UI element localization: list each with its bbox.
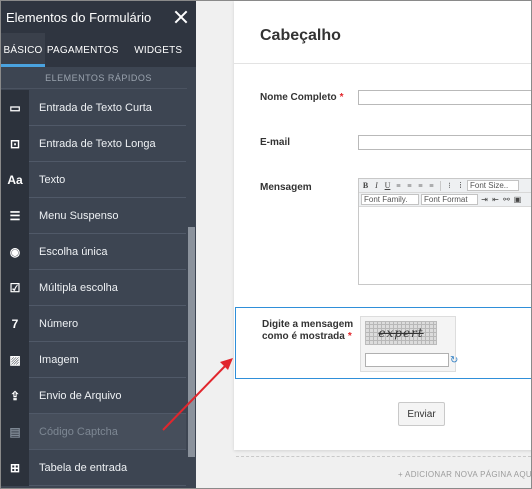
scrollbar-thumb[interactable] — [188, 227, 195, 457]
required-marker: * — [347, 331, 352, 342]
font-format-select[interactable]: Font Format — [421, 194, 478, 205]
number-icon: 7 — [1, 305, 29, 342]
element-item-label: Código Captcha — [39, 425, 118, 438]
captcha-image: expert — [365, 321, 437, 345]
form-elements-panel: Elementos do Formulário BÁSICO PAGAMENTO… — [1, 1, 196, 488]
message-label: Mensagem — [260, 182, 312, 193]
panel-title: Elementos do Formulário — [6, 9, 152, 25]
close-icon[interactable] — [174, 10, 188, 24]
captcha-label: Digite a mensagem como é mostrada * — [262, 319, 354, 342]
element-item-label: Número — [39, 317, 79, 330]
align-center-icon[interactable]: ≡ — [405, 181, 414, 191]
captcha-input[interactable] — [365, 353, 449, 367]
radio-icon: ◉ — [1, 233, 29, 270]
element-item[interactable]: 7 Número — [1, 305, 186, 342]
image-insert-icon[interactable]: ▣ — [513, 195, 522, 205]
editor-toolbar-row-2: Font Family. Font Format ⇥ ⇤ ⚯ ▣ — [359, 193, 532, 207]
captcha-text: expert — [378, 326, 424, 340]
submit-button[interactable]: Enviar — [398, 402, 445, 426]
element-item[interactable]: ▭ Entrada de Texto Curta — [1, 89, 186, 126]
panel-header: Elementos do Formulário — [1, 1, 196, 33]
captcha-field[interactable]: Digite a mensagem como é mostrada * exper… — [235, 307, 532, 379]
image-icon: ▨ — [1, 341, 29, 378]
element-item[interactable]: ⊡ Entrada de Texto Longa — [1, 125, 186, 162]
tab-pagamentos[interactable]: PAGAMENTOS — [45, 33, 121, 67]
element-item-label: Múltipla escolha — [39, 281, 118, 294]
name-label: Nome Completo * — [260, 92, 344, 103]
bold-icon[interactable]: B — [361, 181, 370, 191]
header-divider — [234, 63, 532, 64]
element-item-label: Entrada de Texto Curta — [39, 101, 152, 114]
required-marker: * — [339, 92, 344, 103]
long-text-icon: ⊡ — [1, 125, 29, 162]
table-icon: ⊞ — [1, 449, 29, 486]
underline-icon[interactable]: U — [383, 181, 392, 191]
element-item-label: Entrada de Texto Longa — [39, 137, 156, 150]
dropdown-icon: ☰ — [1, 197, 29, 234]
add-new-page-link[interactable]: + ADICIONAR NOVA PÁGINA AQUI — [398, 470, 532, 479]
tab-basico[interactable]: BÁSICO — [1, 33, 45, 67]
captcha-widget: expert ↻ — [360, 316, 458, 372]
name-input[interactable] — [358, 90, 532, 105]
editor-toolbar-row-1: B I U ≡ ≡ ≡ ≡ ⁝ ⁞ Font Size.. — [359, 179, 532, 193]
italic-icon[interactable]: I — [372, 181, 381, 191]
short-text-icon: ▭ — [1, 89, 29, 126]
refresh-icon[interactable]: ↻ — [450, 355, 458, 366]
element-item[interactable]: ▤ Código Captcha — [1, 413, 186, 450]
element-item[interactable]: ▨ Imagem — [1, 341, 186, 378]
element-item-label: Texto — [39, 173, 66, 186]
panel-scrollbar[interactable] — [187, 67, 196, 488]
element-list: ▭ Entrada de Texto Curta ⊡ Entrada de Texto… — [1, 89, 186, 486]
element-item-label: Imagem — [39, 353, 79, 366]
tab-widgets[interactable]: WIDGETS — [121, 33, 197, 67]
message-editor[interactable]: B I U ≡ ≡ ≡ ≡ ⁝ ⁞ Font Size.. Font Famil… — [358, 178, 532, 285]
align-left-icon[interactable]: ≡ — [394, 181, 403, 191]
element-item-label: Tabela de entrada — [39, 461, 128, 474]
form-header-title[interactable]: Cabeçalho — [260, 27, 341, 45]
element-item-label: Envio de Arquivo — [39, 389, 122, 402]
outdent-icon[interactable]: ⇤ — [491, 195, 500, 205]
link-icon[interactable]: ⚯ — [502, 195, 511, 205]
bullet-list-icon[interactable]: ⁝ — [445, 181, 454, 191]
checkbox-icon: ☑ — [1, 269, 29, 306]
element-item[interactable]: ☑ Múltipla escolha — [1, 269, 186, 306]
file-upload-icon: ⇪ — [1, 377, 29, 414]
form-canvas: Cabeçalho Nome Completo * E-mail Mensagem… — [196, 1, 532, 488]
page-break-line — [236, 456, 531, 457]
captcha-icon: ▤ — [1, 413, 29, 450]
element-item[interactable]: ☰ Menu Suspenso — [1, 197, 186, 234]
email-input[interactable] — [358, 135, 532, 150]
element-item[interactable]: ◉ Escolha única — [1, 233, 186, 270]
align-right-icon[interactable]: ≡ — [416, 181, 425, 191]
section-quick-elements: ELEMENTOS RÁPIDOS — [1, 67, 196, 89]
element-item-label: Menu Suspenso — [39, 209, 119, 222]
panel-tabs: BÁSICO PAGAMENTOS WIDGETS — [1, 33, 196, 67]
email-label: E-mail — [260, 137, 291, 148]
toolbar-separator — [440, 180, 441, 191]
element-item[interactable]: ⊞ Tabela de entrada — [1, 449, 186, 486]
form-card: Cabeçalho Nome Completo * E-mail Mensagem… — [234, 1, 532, 450]
text-icon: Aa — [1, 161, 29, 198]
justify-icon[interactable]: ≡ — [427, 181, 436, 191]
element-item-label: Escolha única — [39, 245, 108, 258]
font-size-select[interactable]: Font Size.. — [467, 180, 519, 191]
indent-icon[interactable]: ⇥ — [480, 195, 489, 205]
element-item[interactable]: Aa Texto — [1, 161, 186, 198]
font-family-select[interactable]: Font Family. — [361, 194, 419, 205]
element-item[interactable]: ⇪ Envio de Arquivo — [1, 377, 186, 414]
numbered-list-icon[interactable]: ⁞ — [456, 181, 465, 191]
